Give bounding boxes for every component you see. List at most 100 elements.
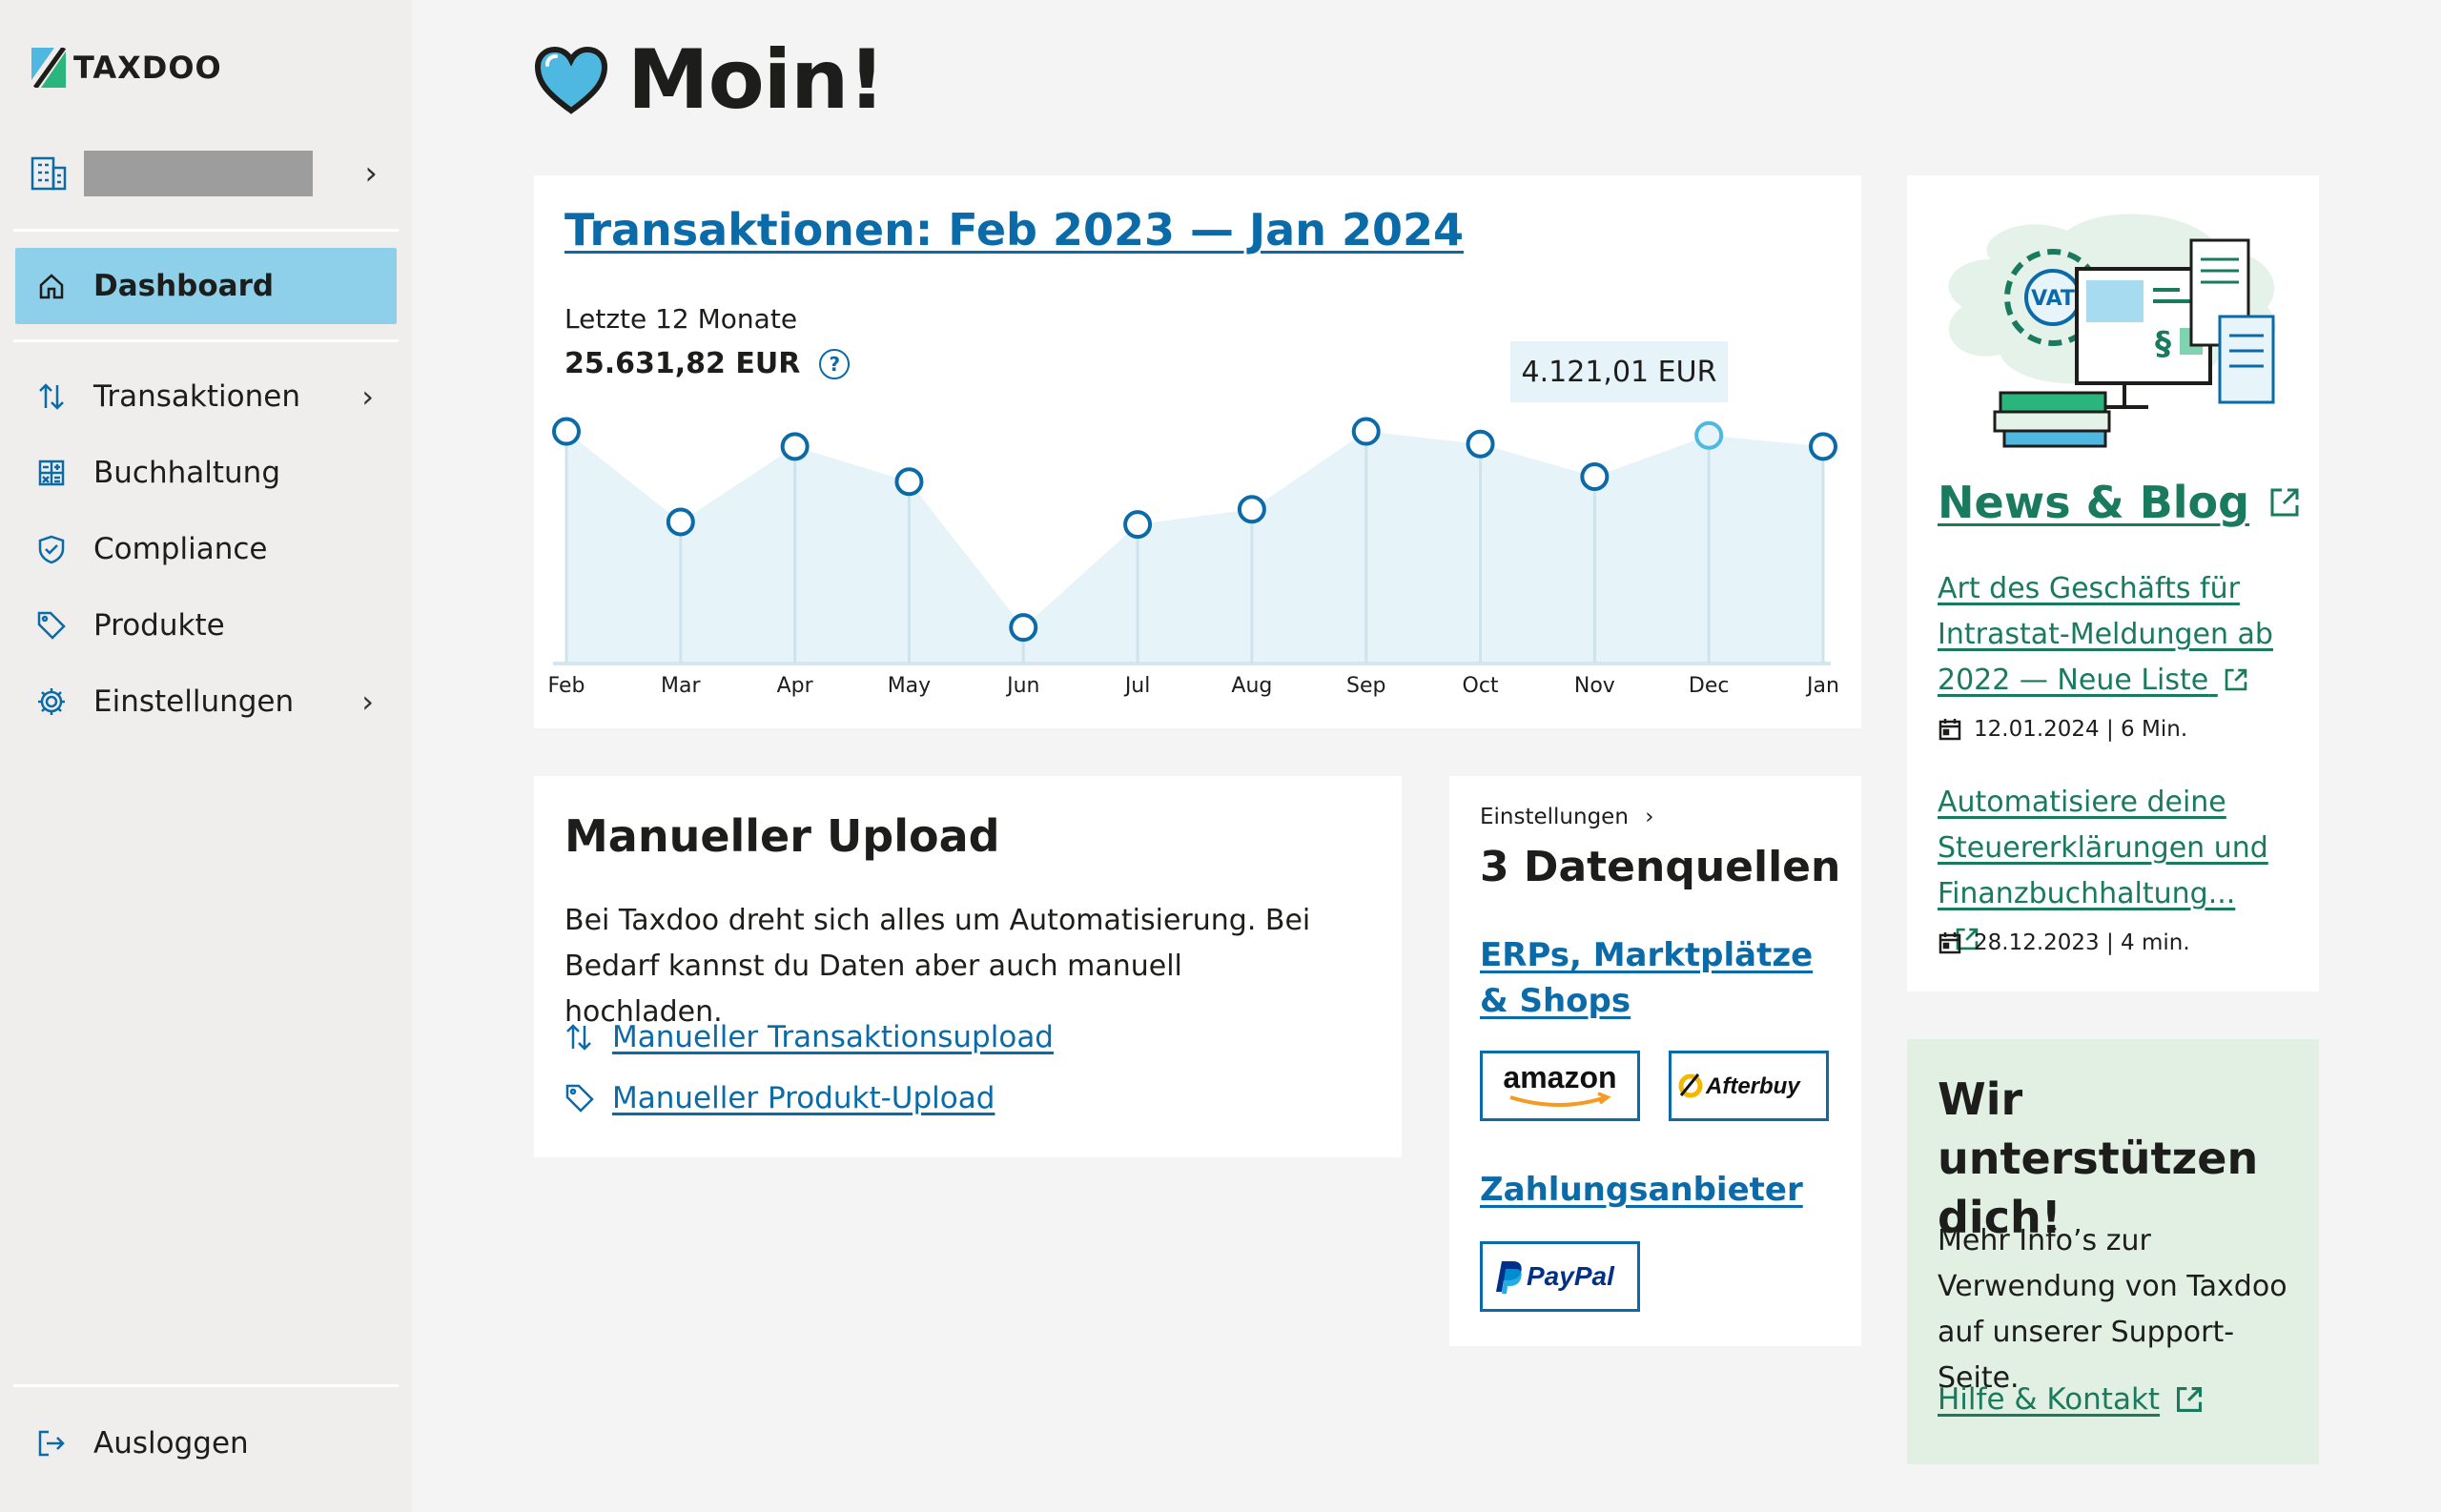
chart-tooltip: 4.121,01 EUR [1510,341,1728,402]
datasources-card: Einstellungen › 3 Datenquellen ERPs, Mar… [1449,776,1861,1346]
sidebar-item-compliance[interactable]: Compliance [15,511,397,587]
sidebar-divider [13,339,399,342]
chevron-right-icon: › [364,154,378,193]
chart-point [1809,432,1837,461]
taxdoo-logo-icon [31,48,66,88]
amazon-logo[interactable]: amazon [1480,1051,1640,1121]
support-description: Mehr Info’s zur Verwendung von Taxdoo au… [1938,1224,2287,1395]
transactions-arrows-icon [564,1022,599,1052]
news-article-date: 12.01.2024 | 6 Min. [1938,717,2187,742]
transactions-arrows-icon [32,381,71,412]
afterbuy-logo[interactable]: Afterbuy [1669,1051,1829,1121]
logout-label: Ausloggen [93,1426,249,1461]
news-date-text: 28.12.2023 | 4 min. [1974,930,2190,955]
calendar-icon [1938,719,1961,741]
sidebar-item-label: Transaktionen [93,379,300,414]
chart-x-tick-label: May [888,674,931,698]
company-switcher[interactable]: › [31,147,378,200]
chart-point [1351,417,1381,446]
amazon-logo-mark: amazon [1503,1060,1617,1107]
external-link-icon [2177,1386,2203,1413]
chart-x-tick-label: Mar [661,674,701,698]
sidebar-item-label: Dashboard [93,269,275,303]
chart-x-tick-label: Aug [1231,674,1272,698]
sidebar-item-produkte[interactable]: Produkte [15,587,397,664]
chart-x-tick-label: Oct [1463,674,1499,698]
taxdoo-logo[interactable]: TAXDOO [31,48,222,88]
amazon-wordmark: amazon [1503,1060,1616,1094]
chart-x-tick-label: Jul [1123,674,1151,698]
chart-point [1694,420,1724,450]
chevron-right-icon: › [1645,805,1654,829]
chart-x-tick-label: Dec [1689,674,1730,698]
tag-icon [564,1083,599,1114]
afterbuy-logo-mark: Afterbuy [1678,1073,1801,1099]
chart-x-tick-label: Nov [1574,674,1615,698]
transactions-card: Transaktionen: Feb 2023 — Jan 2024 Letzt… [534,175,1861,728]
news-article-title: Automatisiere deine Steuererklärungen un… [1938,786,2268,910]
svg-text:VAT: VAT [2031,287,2075,311]
logout-button[interactable]: Ausloggen [15,1405,397,1481]
sidebar-item-buchhaltung[interactable]: Buchhaltung [15,435,397,511]
datasources-title: 3 Datenquellen [1480,843,1841,891]
calculator-icon [32,459,71,487]
link-label: Manueller Transaktionsupload [612,1020,1054,1054]
svg-text:§: § [2155,325,2171,363]
news-blog-link[interactable]: News & Blog [1938,477,2301,528]
greeting: Moin! [534,32,886,128]
chart-x-tick-label: Jun [1005,674,1039,698]
paypal-logo-mark: PayPal [1496,1261,1615,1294]
upload-title: Manueller Upload [564,810,1000,862]
external-link-icon [2225,668,2247,691]
sidebar: TAXDOO › Dashboard Transaktionen › Buchh… [0,0,412,1512]
sidebar-item-einstellungen[interactable]: Einstellungen › [15,664,397,740]
upload-description: Bei Taxdoo dreht sich alles um Automatis… [564,904,1311,1029]
sidebar-divider [13,229,399,232]
manual-product-upload-link[interactable]: Manueller Produkt-Upload [564,1081,995,1115]
transactions-chart: Feb Mar Apr May Jun Jul Aug Sep Oct Nov Dec Jan [548,417,1839,698]
sidebar-item-label: Einstellungen [93,684,295,719]
news-title-text: News & Blog [1938,477,2250,528]
sidebar-divider [13,1384,399,1387]
chart-point [552,417,581,446]
paypal-logo[interactable]: PayPal [1480,1241,1640,1312]
sidebar-item-label: Compliance [93,532,268,566]
breadcrumb[interactable]: Einstellungen › [1480,805,1653,829]
heart-icon [534,46,608,114]
news-article-date: 28.12.2023 | 4 min. [1938,930,2190,955]
gear-icon [32,686,71,717]
greeting-text: Moin! [627,32,886,128]
news-illustration: VAT § [1948,214,2276,448]
link-label: Manueller Produkt-Upload [612,1081,995,1115]
erp-marketplaces-link[interactable]: ERPs, Marktplätze & Shops [1480,932,1842,1024]
chart-x-tick-label: Jan [1805,674,1839,698]
chart-point [894,467,924,497]
tag-icon [32,610,71,641]
chart-point [666,507,695,537]
sidebar-item-label: Produkte [93,608,225,643]
payment-providers-link[interactable]: Zahlungsanbieter [1480,1167,1842,1213]
manual-upload-card: Manueller Upload Bei Taxdoo dreht sich a… [534,776,1402,1157]
logout-icon [32,1429,71,1458]
company-name-redacted [84,151,313,196]
chart-area [566,431,1823,664]
breadcrumb-einstellungen: Einstellungen [1480,805,1629,829]
help-contact-label: Hilfe & Kontakt [1938,1382,2161,1417]
chart-point [1237,495,1266,524]
sidebar-item-dashboard[interactable]: Dashboard [15,248,397,324]
chevron-right-icon: › [361,378,374,415]
chart-x-tick-label: Apr [777,674,814,698]
afterbuy-wordmark: Afterbuy [1705,1073,1801,1099]
support-card: Wir unterstützen dich! Mehr Info’s zur V… [1907,1039,2319,1464]
home-icon [32,272,71,300]
news-article-link[interactable]: Art des Geschäfts für Intrastat-Meldunge… [1938,566,2281,704]
news-blog-card: VAT § News & Blog Art des Geschäfts für … [1907,175,2319,991]
news-date-text: 12.01.2024 | 6 Min. [1974,717,2188,742]
logo-text: TAXDOO [73,50,222,86]
sidebar-item-transaktionen[interactable]: Transaktionen › [15,358,397,435]
chart-point [1009,613,1038,643]
help-contact-link[interactable]: Hilfe & Kontakt [1938,1382,2204,1417]
external-link-icon [2270,488,2299,517]
calendar-icon [1938,932,1961,954]
manual-transaction-upload-link[interactable]: Manueller Transaktionsupload [564,1020,1054,1054]
